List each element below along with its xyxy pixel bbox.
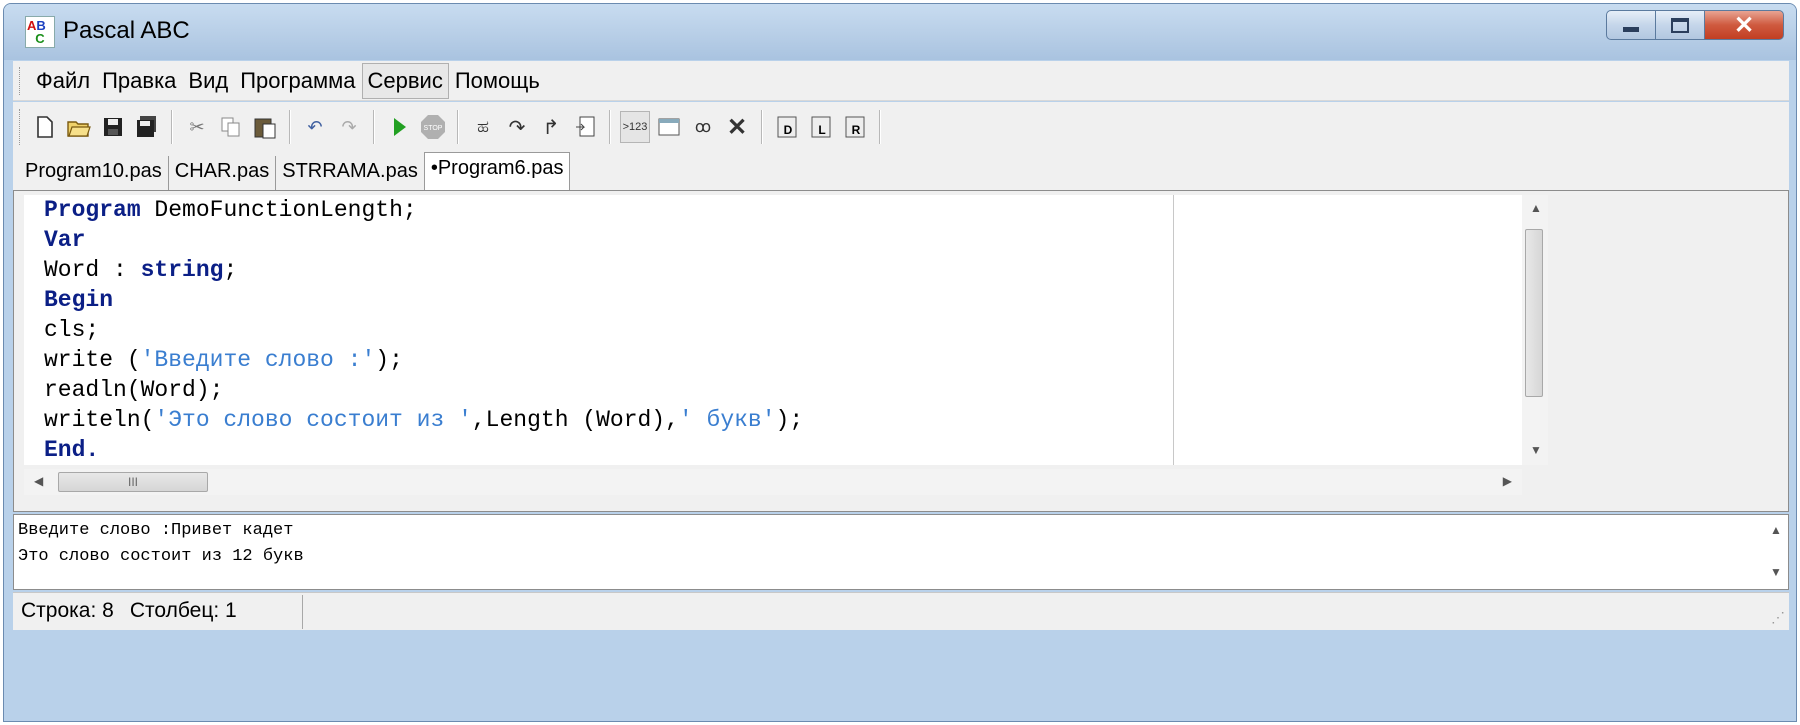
menu-service[interactable]: Сервис bbox=[361, 62, 449, 99]
close-button[interactable]: ✕ bbox=[1704, 10, 1784, 40]
tab-strrama[interactable]: STRRAMA.pas bbox=[276, 156, 424, 190]
code-line: writeln('Это слово состоит из ',Length (… bbox=[44, 407, 804, 433]
title-bar[interactable]: AB C Pascal ABC ✕ bbox=[4, 4, 1796, 60]
toolbar-separator bbox=[761, 110, 763, 144]
menu-grip[interactable] bbox=[19, 66, 22, 95]
editor-vertical-scrollbar[interactable]: ▲ ▼ bbox=[1522, 195, 1548, 465]
new-file-icon[interactable] bbox=[30, 111, 60, 143]
toolbar-separator bbox=[171, 110, 173, 144]
save-icon[interactable] bbox=[98, 111, 128, 143]
menu-file[interactable]: Файл bbox=[30, 63, 96, 99]
close-icon: ✕ bbox=[1733, 11, 1755, 39]
app-icon: AB C bbox=[25, 16, 55, 48]
status-bar: Строка: 8 Столбец: 1 ⋰ bbox=[13, 592, 1789, 630]
output-line: Это слово состоит из 12 букв bbox=[18, 547, 304, 566]
scroll-down-icon[interactable]: ▼ bbox=[1770, 565, 1782, 579]
menu-edit[interactable]: Правка bbox=[96, 63, 182, 99]
output-vertical-scrollbar[interactable]: ▲ ▼ bbox=[1762, 515, 1788, 589]
window-title: Pascal ABC bbox=[63, 17, 190, 44]
close-debug-icon[interactable]: ✕ bbox=[722, 111, 752, 143]
output-window-icon[interactable]: >123 bbox=[620, 111, 650, 143]
tab-program6[interactable]: •Program6.pas bbox=[423, 152, 571, 190]
scroll-up-icon[interactable]: ▲ bbox=[1530, 201, 1542, 215]
scroll-left-icon[interactable]: ◀ bbox=[34, 474, 43, 488]
debug-view-icon[interactable]: ꝏ bbox=[688, 111, 718, 143]
redo-icon[interactable]: ↷ bbox=[334, 111, 364, 143]
code-line: readln(Word); bbox=[44, 377, 224, 403]
line-number: Строка: 8 bbox=[21, 599, 114, 622]
scroll-up-icon[interactable]: ▲ bbox=[1770, 523, 1782, 537]
run-icon[interactable] bbox=[384, 111, 414, 143]
code-line: Begin bbox=[44, 287, 114, 313]
output-panel[interactable]: Введите слово :Привет кадет Это слово со… bbox=[13, 514, 1789, 590]
tab-program10[interactable]: Program10.pas bbox=[19, 156, 169, 190]
code-line: Program DemoFunctionLength; bbox=[44, 197, 417, 223]
window-controls: ✕ bbox=[1606, 10, 1784, 42]
column-number: Столбец: 1 bbox=[129, 599, 237, 622]
stop-icon[interactable]: STOP bbox=[418, 111, 448, 143]
scroll-down-icon[interactable]: ▼ bbox=[1530, 443, 1542, 457]
tab-char[interactable]: CHAR.pas bbox=[169, 156, 277, 190]
svg-text:D: D bbox=[784, 123, 793, 137]
code-line: Word : string; bbox=[44, 257, 238, 283]
svg-text:L: L bbox=[818, 123, 825, 137]
code-area[interactable]: Program DemoFunctionLength; Var Word : s… bbox=[24, 195, 1522, 465]
code-line: End. bbox=[44, 437, 100, 463]
save-all-icon[interactable] bbox=[132, 111, 162, 143]
toolbar-separator bbox=[879, 110, 881, 144]
open-file-icon[interactable] bbox=[64, 111, 94, 143]
horizontal-scroll-thumb[interactable]: III bbox=[58, 472, 208, 492]
resize-grip-icon[interactable]: ⋰ bbox=[1771, 609, 1785, 626]
menu-help[interactable]: Помощь bbox=[449, 63, 546, 99]
toolbar-separator bbox=[609, 110, 611, 144]
editor-horizontal-scrollbar[interactable]: ◀ III ▶ bbox=[24, 469, 1522, 495]
toolbar-grip[interactable] bbox=[19, 109, 22, 145]
file-tabs: Program10.pas CHAR.pas STRRAMA.pas •Prog… bbox=[13, 152, 1789, 190]
minimize-button[interactable] bbox=[1606, 10, 1656, 40]
go-to-r-icon[interactable]: R bbox=[840, 111, 870, 143]
step-out-icon[interactable]: ↱ bbox=[536, 111, 566, 143]
toolbar-separator bbox=[457, 110, 459, 144]
minimize-icon bbox=[1623, 26, 1639, 32]
immediate-window-icon[interactable] bbox=[654, 111, 684, 143]
cursor-position: Строка: 8 Столбец: 1 bbox=[13, 595, 303, 629]
maximize-icon bbox=[1671, 17, 1689, 33]
copy-icon[interactable] bbox=[216, 111, 246, 143]
scroll-right-icon[interactable]: ▶ bbox=[1503, 474, 1512, 488]
svg-text:R: R bbox=[852, 123, 861, 137]
watch-icon[interactable] bbox=[570, 111, 600, 143]
cut-icon[interactable]: ✂ bbox=[182, 111, 212, 143]
step-into-icon[interactable]: ಹ bbox=[468, 111, 498, 143]
output-line: Введите слово :Привет кадет bbox=[18, 521, 294, 540]
toolbar-separator bbox=[289, 110, 291, 144]
code-line: Var bbox=[44, 227, 86, 253]
pascal-abc-window: AB C Pascal ABC ✕ Файл Правка Вид Програм… bbox=[3, 3, 1797, 722]
code-line: cls; bbox=[44, 317, 100, 343]
menu-program[interactable]: Программа bbox=[234, 63, 361, 99]
go-to-d-icon[interactable]: D bbox=[772, 111, 802, 143]
go-to-l-icon[interactable]: L bbox=[806, 111, 836, 143]
code-editor: Program DemoFunctionLength; Var Word : s… bbox=[13, 190, 1789, 512]
vertical-scroll-thumb[interactable] bbox=[1525, 229, 1543, 397]
menu-bar: Файл Правка Вид Программа Сервис Помощь bbox=[13, 61, 1789, 101]
svg-text:STOP: STOP bbox=[424, 125, 443, 132]
toolbar-separator bbox=[373, 110, 375, 144]
toolbar: ✂ ↶ ↷ STOP ಹ ↷ ↱ >123 ꝏ ✕ D L R bbox=[13, 102, 1789, 152]
code-line: write ('Введите слово :'); bbox=[44, 347, 403, 373]
step-over-icon[interactable]: ↷ bbox=[502, 111, 532, 143]
paste-icon[interactable] bbox=[250, 111, 280, 143]
maximize-button[interactable] bbox=[1655, 10, 1705, 40]
right-margin-line bbox=[1173, 195, 1174, 465]
undo-icon[interactable]: ↶ bbox=[300, 111, 330, 143]
menu-view[interactable]: Вид bbox=[182, 63, 234, 99]
